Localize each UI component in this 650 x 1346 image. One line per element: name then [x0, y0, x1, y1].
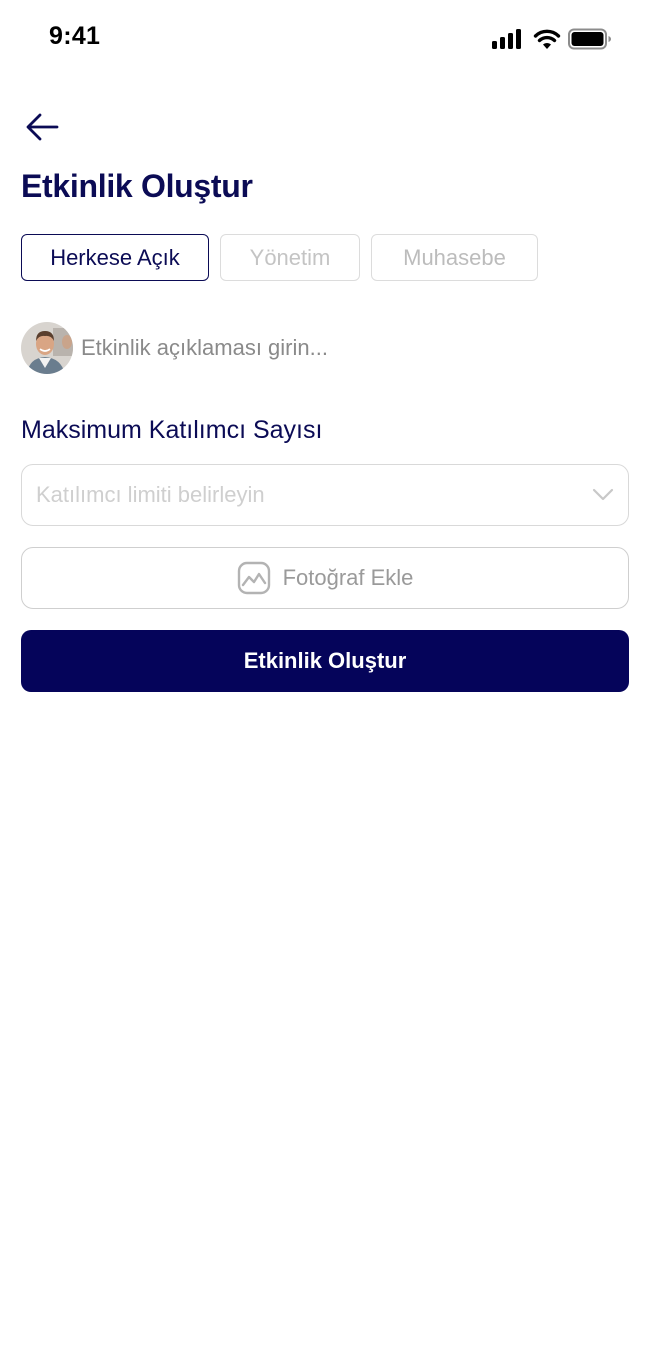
description-input[interactable]	[81, 335, 621, 361]
page-title: Etkinlik Oluştur	[21, 168, 253, 204]
chevron-down-icon	[592, 488, 614, 501]
back-button[interactable]	[24, 110, 62, 144]
back-arrow-icon	[26, 113, 59, 141]
add-photo-button[interactable]: Fotoğraf Ekle	[21, 547, 629, 609]
image-icon	[237, 561, 270, 595]
signal-icon	[492, 29, 521, 49]
tab-yonetim[interactable]: Yönetim	[220, 234, 360, 281]
wifi-icon	[533, 29, 561, 49]
battery-icon	[568, 28, 611, 50]
max-participants-label: Maksimum Katılımcı Sayısı	[21, 416, 323, 444]
avatar	[21, 322, 73, 374]
create-event-button[interactable]: Etkinlik Oluştur	[21, 630, 629, 692]
status-bar: 9:41	[0, 0, 650, 80]
status-time: 9:41	[49, 22, 101, 50]
category-tabs: Herkese Açık Yönetim Muhasebe	[21, 234, 538, 281]
add-photo-label: Fotoğraf Ekle	[282, 565, 414, 590]
tab-herkese-acik[interactable]: Herkese Açık	[21, 234, 209, 281]
participant-limit-placeholder: Katılımcı limiti belirleyin	[36, 482, 265, 507]
participant-limit-select[interactable]: Katılımcı limiti belirleyin	[21, 464, 629, 526]
description-row	[21, 321, 629, 375]
tab-muhasebe[interactable]: Muhasebe	[371, 234, 538, 281]
